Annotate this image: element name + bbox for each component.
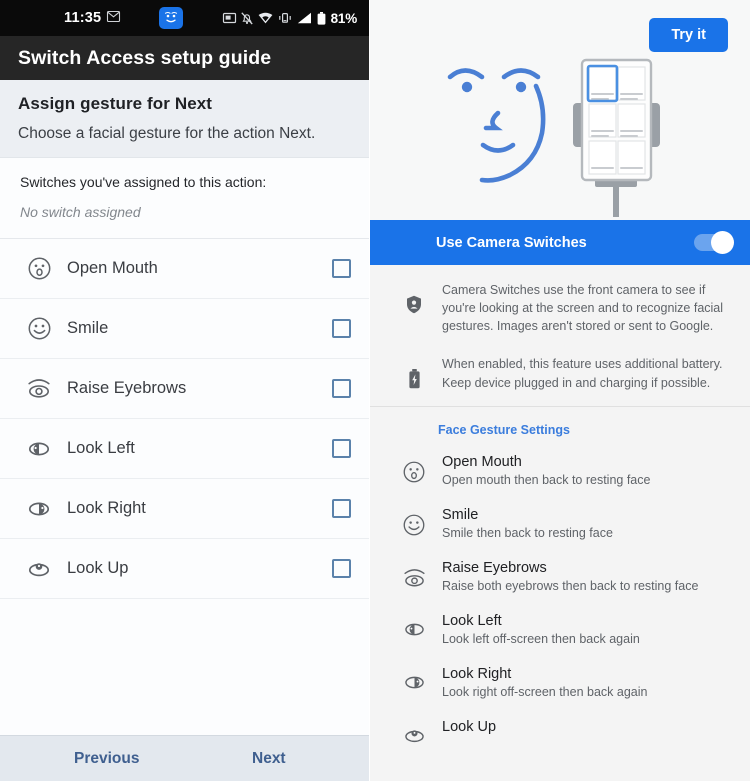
face-gesture-title: Look Up: [442, 718, 497, 735]
open-mouth-icon: [392, 454, 436, 483]
status-bar-left: 11:35: [12, 9, 121, 27]
face-gesture-subtitle: Look left off-screen then back again: [442, 631, 640, 646]
gesture-label: Look Left: [67, 439, 135, 457]
info-row-privacy: Camera Switches use the front camera to …: [370, 271, 750, 345]
assigned-switches-card: Switches you've assigned to this action:…: [0, 157, 369, 238]
gesture-label: Raise Eyebrows: [67, 379, 187, 397]
section-divider: [370, 405, 750, 407]
face-gesture-row-raise-eyebrows[interactable]: Raise Eyebrows Raise both eyebrows then …: [370, 551, 750, 604]
face-gesture-body: Look Up: [436, 719, 730, 738]
status-bar-center: [120, 7, 222, 29]
gesture-row-look-up[interactable]: Look Up: [0, 539, 369, 599]
status-bar-right: 81%: [222, 10, 358, 26]
face-gesture-title: Raise Eyebrows: [442, 559, 547, 576]
gesture-checkbox[interactable]: [332, 559, 351, 578]
face-gesture-row-open-mouth[interactable]: Open Mouth Open mouth then back to resti…: [370, 445, 750, 498]
gesture-checkbox[interactable]: [332, 439, 351, 458]
info-text: When enabled, this feature uses addition…: [442, 357, 723, 390]
gesture-row-raise-eyebrows[interactable]: Raise Eyebrows: [0, 359, 369, 419]
look-left-icon: [392, 613, 436, 639]
face-gesture-body: Open Mouth Open mouth then back to resti…: [436, 454, 730, 487]
gesture-row-smile[interactable]: Smile: [0, 299, 369, 359]
face-gesture-subtitle: Open mouth then back to resting face: [442, 472, 651, 487]
face-gesture-body: Look Left Look left off-screen then back…: [436, 613, 730, 646]
try-it-button[interactable]: Try it: [649, 18, 728, 52]
face-gesture-settings-header: Face Gesture Settings: [370, 408, 750, 445]
section-title: Assign gesture for Next: [18, 94, 213, 113]
face-gesture-body: Smile Smile then back to resting face: [436, 507, 730, 540]
app-bar: Switch Access setup guide: [0, 36, 369, 80]
look-up-icon: [22, 559, 56, 579]
status-bar: 11:35 81%: [0, 0, 369, 36]
envelope-icon: [107, 9, 121, 27]
gesture-label: Smile: [67, 319, 109, 337]
raise-eyebrows-icon: [22, 377, 56, 400]
notifications-off-icon: [240, 11, 253, 25]
gesture-checkbox[interactable]: [332, 319, 351, 338]
gesture-checkbox[interactable]: [332, 259, 351, 278]
face-gesture-subtitle: Raise both eyebrows then back to resting…: [442, 578, 699, 593]
face-gesture-row-look-right[interactable]: Look Right Look right off-screen then ba…: [370, 657, 750, 710]
look-right-icon: [392, 666, 436, 692]
face-gesture-list: Open Mouth Open mouth then back to resti…: [370, 444, 750, 781]
status-bar-clock: 11:35: [64, 10, 102, 26]
face-gesture-row-look-left[interactable]: Look Left Look left off-screen then back…: [370, 604, 750, 657]
next-button[interactable]: Next: [252, 750, 286, 768]
privacy-shield-icon: [392, 281, 436, 314]
gesture-option-list: Open Mouth Smile Raise Eyebrows Look Lef…: [0, 238, 369, 735]
use-camera-switches-toggle[interactable]: [694, 231, 734, 254]
look-up-icon: [392, 719, 436, 745]
signal-icon: [297, 12, 312, 24]
gesture-label: Open Mouth: [67, 259, 158, 277]
gesture-label: Look Up: [67, 559, 129, 577]
assigned-switches-label: Switches you've assigned to this action:: [20, 174, 267, 190]
open-mouth-icon: [22, 257, 56, 280]
gesture-label: Look Right: [67, 499, 146, 517]
raise-eyebrows-icon: [392, 560, 436, 589]
face-gesture-body: Raise Eyebrows Raise both eyebrows then …: [436, 560, 730, 593]
face-gesture-row-look-up[interactable]: Look Up: [370, 710, 750, 756]
face-gesture-row-smile[interactable]: Smile Smile then back to resting face: [370, 498, 750, 551]
face-switch-icon: [159, 7, 184, 29]
gesture-checkbox[interactable]: [332, 379, 351, 398]
face-gesture-title: Smile: [442, 506, 479, 523]
page-title: Switch Access setup guide: [18, 46, 272, 69]
wifi-icon: [258, 12, 273, 24]
info-text: Camera Switches use the front camera to …: [442, 283, 724, 334]
left-phone-panel: 11:35 81% Switch Access setup guide Assi…: [0, 0, 370, 781]
gesture-row-look-left[interactable]: Look Left: [0, 419, 369, 479]
smile-icon: [22, 317, 56, 340]
use-camera-switches-banner[interactable]: Use Camera Switches: [370, 220, 750, 265]
info-block: Camera Switches use the front camera to …: [370, 265, 750, 409]
screenshot-root: 11:35 81% Switch Access setup guide Assi…: [0, 0, 750, 781]
right-settings-panel: Try it Use Camera Switches Camera Switch…: [370, 0, 750, 781]
gesture-checkbox[interactable]: [332, 499, 351, 518]
vibrate-icon: [278, 12, 292, 24]
face-gesture-title: Open Mouth: [442, 453, 522, 470]
gesture-row-open-mouth[interactable]: Open Mouth: [0, 239, 369, 299]
gesture-row-look-right[interactable]: Look Right: [0, 479, 369, 539]
battery-icon: [317, 11, 326, 25]
assign-gesture-section: Assign gesture for Next Choose a facial …: [0, 80, 369, 157]
look-left-icon: [22, 439, 56, 459]
battery-percent-label: 81%: [330, 10, 358, 26]
hero-illustration: Try it: [370, 0, 750, 220]
toggle-knob: [711, 231, 734, 254]
banner-label: Use Camera Switches: [436, 234, 587, 251]
assigned-switches-value: No switch assigned: [20, 204, 141, 220]
smile-icon: [392, 507, 436, 536]
look-right-icon: [22, 499, 56, 519]
wizard-bottom-bar: Previous Next: [0, 735, 369, 781]
face-gesture-title: Look Right: [442, 665, 512, 682]
screenshot-icon: [222, 12, 236, 24]
face-gesture-title: Look Left: [442, 612, 502, 629]
section-subtitle: Choose a facial gesture for the action N…: [18, 125, 316, 142]
face-gesture-subtitle: Smile then back to resting face: [442, 525, 613, 540]
face-gesture-subtitle: Look right off-screen then back again: [442, 684, 648, 699]
info-row-battery: When enabled, this feature uses addition…: [370, 345, 750, 401]
previous-button[interactable]: Previous: [74, 750, 139, 768]
face-gesture-body: Look Right Look right off-screen then ba…: [436, 666, 730, 699]
battery-charging-icon: [392, 355, 436, 389]
